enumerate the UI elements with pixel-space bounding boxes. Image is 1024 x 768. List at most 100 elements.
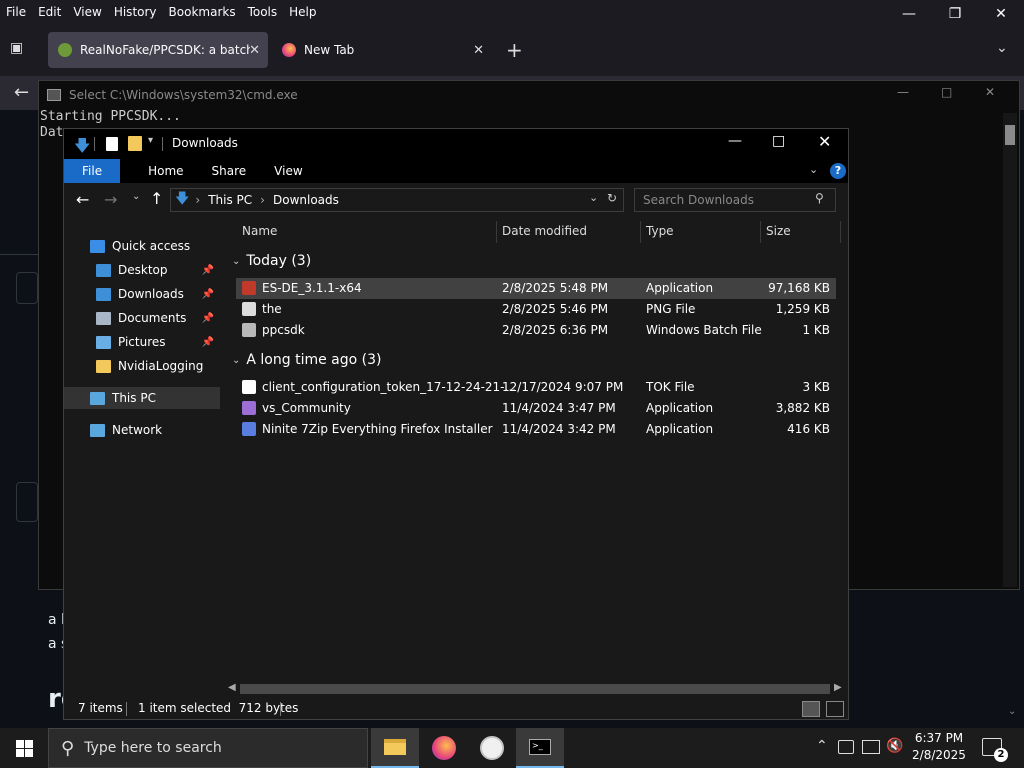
nav-item[interactable]: Quick access xyxy=(64,235,220,257)
back-arrow-icon[interactable]: ← xyxy=(76,190,89,209)
clock-app-taskbar-button[interactable] xyxy=(468,728,516,768)
network-icon[interactable] xyxy=(862,740,880,754)
tiles-view-icon[interactable] xyxy=(826,701,844,717)
breadcrumb-downloads[interactable]: Downloads xyxy=(273,193,339,207)
taskbar-search[interactable]: ⚲ Type here to search xyxy=(48,728,368,768)
forward-arrow-icon[interactable]: → xyxy=(104,190,117,209)
close-icon[interactable]: ✕ xyxy=(985,85,995,99)
nav-item[interactable]: NvidiaLogging xyxy=(64,355,220,377)
nav-item[interactable]: Pictures 📌 xyxy=(64,331,220,353)
column-name[interactable]: Name xyxy=(222,219,277,243)
side-button[interactable] xyxy=(16,272,38,304)
minimize-icon[interactable]: — xyxy=(728,133,742,149)
pin-icon: 📌 xyxy=(201,312,214,324)
cmd-titlebar[interactable]: Select C:\Windows\system32\cmd.exe — □ ✕ xyxy=(39,81,1019,109)
nav-item[interactable]: Desktop 📌 xyxy=(64,259,220,281)
file-row[interactable]: vs_Community 11/4/2024 3:47 PM Application… xyxy=(236,398,836,419)
file-row[interactable]: ES-DE_3.1.1-x64 2/8/2025 5:48 PM Applicati… xyxy=(236,278,836,299)
tab-label: RealNoFake/PPCSDK: a batch sc xyxy=(80,43,250,57)
group-header[interactable]: ⌄ Today (3) xyxy=(232,253,311,269)
search-input[interactable]: Search Downloads ⚲ xyxy=(634,188,836,212)
menu-view[interactable]: View xyxy=(67,5,107,19)
menu-edit[interactable]: Edit xyxy=(32,5,67,19)
minimize-icon[interactable]: — xyxy=(897,85,909,99)
nav-folder-icon xyxy=(90,391,105,405)
firefox-icon xyxy=(432,736,456,760)
cmd-taskbar-button[interactable]: >_ xyxy=(516,728,564,768)
nav-item[interactable]: Downloads 📌 xyxy=(64,283,220,305)
file-row[interactable]: the 2/8/2025 5:46 PM PNG File 1,259 KB xyxy=(236,299,836,320)
ribbon-tab-file[interactable]: File xyxy=(64,159,121,183)
group-header[interactable]: ⌄ A long time ago (3) xyxy=(232,352,381,368)
chevron-down-icon[interactable]: ▾ xyxy=(148,135,153,146)
file-row[interactable]: Ninite 7Zip Everything Firefox Installer… xyxy=(236,419,836,440)
refresh-icon[interactable]: ↻ xyxy=(607,191,617,205)
column-date[interactable]: Date modified xyxy=(482,219,587,243)
scroll-thumb[interactable] xyxy=(240,684,830,694)
firefox-taskbar-button[interactable] xyxy=(420,728,468,768)
scroll-thumb[interactable] xyxy=(1005,125,1015,145)
scroll-left-icon[interactable]: ◀ xyxy=(228,682,236,693)
nav-item[interactable]: Network xyxy=(64,419,220,441)
menu-tools[interactable]: Tools xyxy=(242,5,284,19)
tab-ppcsdk[interactable]: RealNoFake/PPCSDK: a batch sc ✕ xyxy=(48,32,268,68)
folder-icon[interactable] xyxy=(128,136,142,151)
divider xyxy=(162,137,163,151)
menu-help[interactable]: Help xyxy=(283,5,322,19)
navigation-pane: Quick access Desktop 📌 Downloads 📌 Documents 📌… xyxy=(64,221,220,681)
start-button[interactable] xyxy=(0,728,48,768)
file-type: Application xyxy=(646,422,714,436)
divider xyxy=(280,702,281,716)
explorer-titlebar[interactable]: 🡇 ▾ Downloads — □ ✕ xyxy=(64,129,848,159)
column-size[interactable]: Size xyxy=(746,219,791,243)
menu-file[interactable]: File xyxy=(0,5,32,19)
tab-list-icon[interactable]: ▣ xyxy=(10,40,30,60)
breadcrumb-this-pc[interactable]: This PC xyxy=(208,193,252,207)
help-icon[interactable]: ? xyxy=(830,163,846,179)
file-explorer-taskbar-button[interactable] xyxy=(371,728,419,768)
nav-item[interactable]: This PC xyxy=(64,387,220,409)
maximize-icon[interactable]: □ xyxy=(941,85,952,99)
close-icon[interactable]: ✕ xyxy=(249,43,260,58)
explorer-window[interactable]: 🡇 ▾ Downloads — □ ✕ File Home Share View… xyxy=(63,128,849,720)
search-icon: ⚲ xyxy=(815,191,824,205)
maximize-icon[interactable]: □ xyxy=(772,133,785,149)
chevron-down-icon[interactable]: ⌄ xyxy=(809,163,818,176)
properties-icon[interactable] xyxy=(106,137,118,151)
security-icon[interactable] xyxy=(838,740,854,754)
scroll-right-icon[interactable]: ▶ xyxy=(834,682,842,693)
ribbon-tab-home[interactable]: Home xyxy=(134,159,197,183)
chevron-down-icon[interactable]: ⌄ xyxy=(1008,706,1016,717)
close-icon[interactable]: ✕ xyxy=(818,132,831,151)
file-icon xyxy=(242,380,256,394)
details-view-icon[interactable] xyxy=(802,701,820,717)
address-bar[interactable]: 🡇 › This PC › Downloads ⌄ ↻ xyxy=(170,188,624,212)
file-size: 97,168 KB xyxy=(768,281,830,295)
horizontal-scrollbar[interactable]: ◀ ▶ xyxy=(224,681,848,697)
close-icon[interactable]: ✕ xyxy=(473,43,484,58)
up-arrow-icon[interactable]: ↑ xyxy=(150,189,163,208)
file-row[interactable]: client_configuration_token_17-12-24-21-.… xyxy=(236,377,836,398)
nav-item[interactable]: Documents 📌 xyxy=(64,307,220,329)
tab-new-tab[interactable]: New Tab ✕ xyxy=(272,32,492,68)
chevron-down-icon[interactable]: ⌄ xyxy=(132,191,140,202)
side-button[interactable] xyxy=(16,482,38,522)
file-name: ES-DE_3.1.1-x64 xyxy=(262,281,362,295)
ribbon-tab-share[interactable]: Share xyxy=(198,159,261,183)
chevron-up-icon[interactable]: ⌃ xyxy=(816,738,828,754)
file-row[interactable]: ppcsdk 2/8/2025 6:36 PM Windows Batch File… xyxy=(236,320,836,341)
download-arrow-icon: 🡇 xyxy=(74,136,91,155)
group-label: A long time ago (3) xyxy=(246,352,382,368)
column-type[interactable]: Type xyxy=(626,219,674,243)
new-tab-button[interactable]: + xyxy=(506,38,523,62)
volume-muted-icon[interactable]: 🔇 xyxy=(886,738,903,754)
clock[interactable]: 6:37 PM 2/8/2025 xyxy=(906,730,972,764)
menu-bookmarks[interactable]: Bookmarks xyxy=(163,5,242,19)
back-arrow-icon[interactable]: ← xyxy=(14,82,29,103)
menu-history[interactable]: History xyxy=(108,5,163,19)
chevron-down-icon[interactable]: ⌄ xyxy=(589,191,598,204)
file-list: Name Date modified Type Size ⌄ Today (3) E… xyxy=(222,219,848,681)
ribbon-tab-view[interactable]: View xyxy=(260,159,316,183)
chevron-down-icon[interactable]: ⌄ xyxy=(996,40,1008,56)
cmd-scrollbar[interactable] xyxy=(1003,113,1017,587)
